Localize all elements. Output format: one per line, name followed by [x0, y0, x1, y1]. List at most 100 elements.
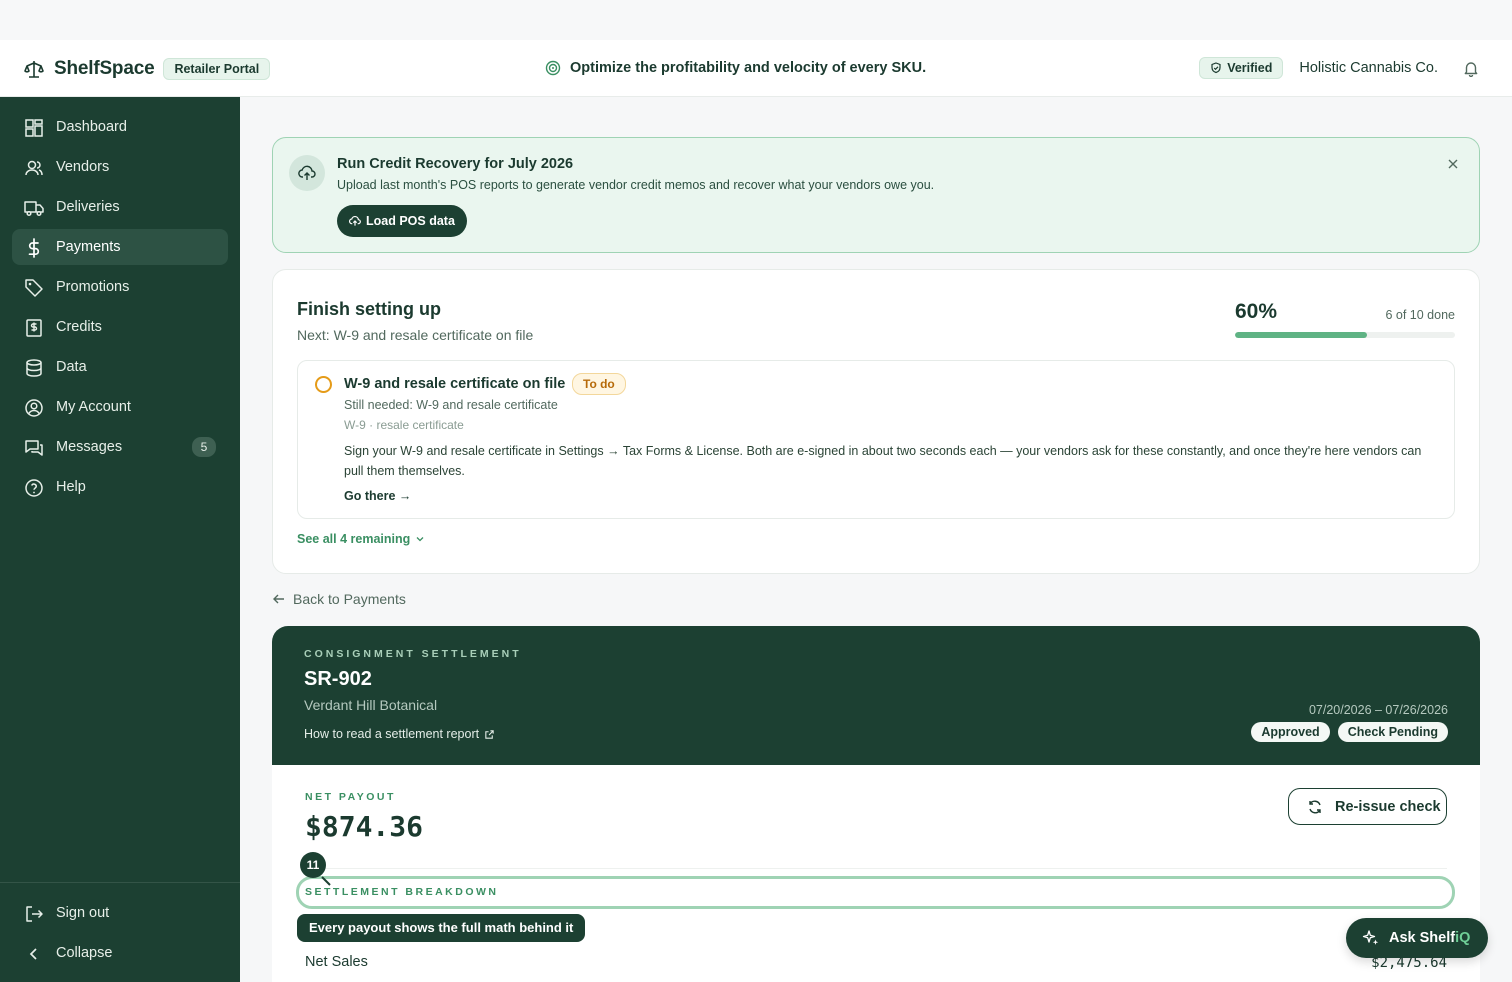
cloud-upload-icon: [349, 215, 361, 227]
sidebar-item-label: Promotions: [56, 279, 130, 295]
sidebar-item-data[interactable]: Data: [12, 349, 228, 385]
sidebar-item-label: Deliveries: [56, 199, 120, 215]
sidebar-divider: [0, 882, 240, 883]
user-circle-icon: [24, 398, 44, 418]
collapse-button[interactable]: Collapse: [12, 935, 228, 971]
banner-subtitle: Upload last month's POS reports to gener…: [337, 178, 935, 192]
bell-icon[interactable]: [1462, 59, 1480, 77]
portal-badge: Retailer Portal: [163, 58, 271, 80]
status-pill-check-pending: Check Pending: [1337, 722, 1448, 742]
tagline-text: Optimize the profitability and velocity …: [570, 60, 927, 76]
settlement-header: CONSIGNMENT SETTLEMENT SR-902 Verdant Hi…: [272, 626, 1480, 765]
sidebar-item-label: Credits: [56, 319, 102, 335]
sidebar-item-promotions[interactable]: Promotions: [12, 269, 228, 305]
setup-progress-bar: [1235, 332, 1455, 338]
sidebar-item-my-account[interactable]: My Account: [12, 389, 228, 425]
ask-label-accent: iQ: [1455, 930, 1471, 946]
sidebar-item-vendors[interactable]: Vendors: [12, 149, 228, 185]
ask-shelfiq-button[interactable]: Ask ShelfiQ: [1346, 918, 1488, 958]
settlement-id: SR-902: [304, 668, 372, 690]
status-pill-approved: Approved: [1251, 722, 1330, 742]
task-description: Sign your W-9 and resale certificate in …: [344, 444, 1422, 478]
sign-out-button[interactable]: Sign out: [12, 895, 228, 931]
verified-label: Verified: [1227, 61, 1273, 75]
see-remaining-label: See all 4 remaining: [297, 532, 411, 546]
scale-logo-icon: [24, 59, 44, 79]
sidebar-item-messages[interactable]: Messages 5: [12, 429, 228, 465]
sparkle-icon: [1362, 929, 1380, 947]
sidebar-item-payments[interactable]: Payments: [12, 229, 228, 265]
howto-label: How to read a settlement report: [304, 727, 480, 741]
ask-label: Ask ShelfiQ: [1389, 930, 1470, 946]
app-header: ShelfSpace Retailer Portal Optimize the …: [0, 40, 1512, 97]
users-icon: [24, 158, 44, 178]
sidebar-item-label: Payments: [56, 239, 121, 255]
divider: [305, 868, 1447, 869]
setup-card: Finish setting up Next: W-9 and resale c…: [272, 269, 1480, 574]
refresh-icon: [1307, 799, 1323, 815]
task-title: W-9 and resale certificate on file: [344, 376, 566, 392]
target-icon: [545, 60, 561, 76]
messages-icon: [24, 438, 44, 458]
load-pos-data-label: Load POS data: [366, 214, 455, 228]
sign-out-icon: [24, 904, 44, 924]
back-label: Back to Payments: [293, 591, 406, 607]
grid-icon: [24, 118, 44, 138]
sidebar-item-label: Dashboard: [56, 119, 127, 135]
header-right: Verified Holistic Cannabis Co.: [1199, 57, 1480, 79]
chevron-down-icon: [415, 534, 425, 544]
brand-name: ShelfSpace: [54, 58, 155, 79]
settlement-howto-link[interactable]: How to read a settlement report: [304, 727, 495, 741]
close-icon[interactable]: [1445, 156, 1461, 172]
main-content: Run Credit Recovery for July 2026 Upload…: [240, 97, 1512, 982]
chevron-left-icon: [24, 944, 44, 964]
net-payout-value: $874.36: [305, 810, 424, 843]
top-strip: [0, 0, 1512, 40]
setup-done-count: 6 of 10 done: [1385, 308, 1455, 322]
banner-title: Run Credit Recovery for July 2026: [337, 156, 574, 172]
go-there-link[interactable]: Go there →: [344, 489, 411, 503]
setup-progress-fill: [1235, 332, 1367, 338]
tour-step-badge: 11: [300, 852, 326, 878]
verified-badge: Verified: [1199, 57, 1284, 79]
sidebar-item-label: My Account: [56, 399, 131, 415]
settlement-vendor: Verdant Hill Botanical: [304, 697, 438, 713]
help-icon: [24, 478, 44, 498]
reissue-label: Re-issue check: [1335, 798, 1441, 815]
logo[interactable]: ShelfSpace Retailer Portal: [24, 58, 271, 80]
external-link-icon: [484, 729, 495, 740]
settlement-date-range: 07/20/2026 – 07/26/2026: [1308, 703, 1448, 717]
settlement-status-pills: Approved Check Pending: [1243, 722, 1448, 742]
todo-badge: To do: [572, 373, 626, 395]
breakdown-row-label: Net Sales: [305, 954, 368, 970]
database-icon: [24, 358, 44, 378]
credit-recovery-banner: Run Credit Recovery for July 2026 Upload…: [272, 137, 1480, 253]
see-remaining-link[interactable]: See all 4 remaining: [297, 532, 425, 546]
dollar-icon: [24, 238, 44, 258]
ask-label-prefix: Ask Shelf: [1389, 930, 1456, 946]
net-payout-label: NET PAYOUT: [305, 791, 396, 803]
sidebar-item-credits[interactable]: Credits: [12, 309, 228, 345]
shield-check-icon: [1210, 62, 1222, 74]
sidebar-item-dashboard[interactable]: Dashboard: [12, 109, 228, 145]
sidebar: Dashboard Vendors Deliveries Payments Pr…: [0, 97, 240, 982]
back-to-payments-link[interactable]: Back to Payments: [272, 591, 406, 607]
company-name[interactable]: Holistic Cannabis Co.: [1299, 60, 1438, 76]
sign-out-label: Sign out: [56, 905, 110, 921]
sidebar-item-help[interactable]: Help: [12, 469, 228, 505]
settlement-kicker: CONSIGNMENT SETTLEMENT: [304, 648, 522, 660]
reissue-check-button[interactable]: Re-issue check: [1288, 788, 1447, 825]
setup-next-step: Next: W-9 and resale certificate on file: [297, 327, 534, 343]
setup-title: Finish setting up: [297, 299, 441, 319]
messages-count-badge: 5: [192, 437, 216, 457]
tour-pointer: [321, 876, 331, 886]
setup-task-w9: W-9 and resale certificate on file To do…: [297, 360, 1455, 519]
task-needed: Still needed: W-9 and resale certificate: [344, 398, 558, 412]
load-pos-data-button[interactable]: Load POS data: [337, 205, 467, 237]
task-status-circle[interactable]: [315, 376, 332, 393]
sidebar-item-deliveries[interactable]: Deliveries: [12, 189, 228, 225]
tag-icon: [24, 278, 44, 298]
arrow-left-icon: [272, 592, 286, 606]
sidebar-item-label: Data: [56, 359, 87, 375]
task-docs: W-9 · resale certificate: [344, 418, 464, 432]
